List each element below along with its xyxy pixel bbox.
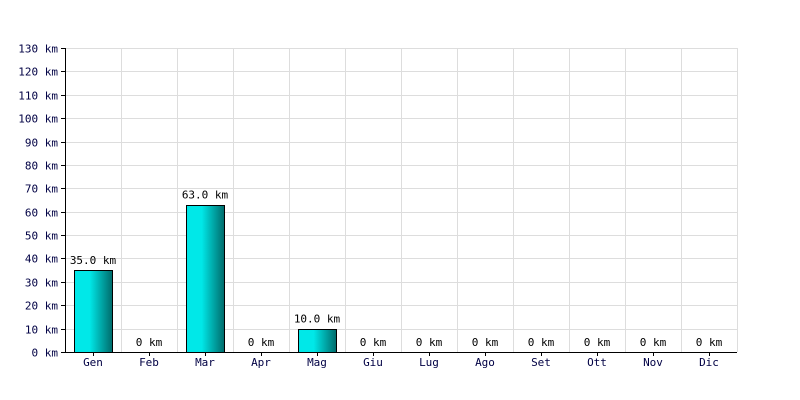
x-tick-label-ago: Ago (475, 356, 495, 369)
data-label-apr: 0 km (248, 336, 275, 349)
axes (61, 48, 737, 356)
x-tick-label-lug: Lug (419, 356, 439, 369)
data-label-feb: 0 km (136, 336, 163, 349)
y-tick-label: 90 km (25, 137, 58, 150)
x-tick-label-mar: Mar (195, 356, 215, 369)
data-label-dic: 0 km (696, 336, 723, 349)
y-tick-label: 50 km (25, 230, 58, 243)
y-tick-label: 60 km (25, 207, 58, 220)
data-label-ott: 0 km (584, 336, 611, 349)
x-tick-label-gen: Gen (83, 356, 103, 369)
x-tick-label-mag: Mag (307, 356, 327, 369)
labels: 0 km 10 km 20 km 30 km 40 km 50 km 60 km 70 km 8… (18, 43, 722, 370)
x-tick-label-dic: Dic (699, 356, 719, 369)
bar-chart: 0 km 10 km 20 km 30 km 40 km 50 km 60 km 70 km 8… (18, 43, 738, 370)
y-tick-label: 40 km (25, 253, 58, 266)
data-label-gen: 35.0 km (70, 254, 117, 267)
y-tick-label: 130 km (18, 43, 58, 56)
x-tick-label-giu: Giu (363, 356, 383, 369)
chart: 0 km 10 km 20 km 30 km 40 km 50 km 60 km 70 km 8… (0, 0, 800, 400)
y-tick-label: 10 km (25, 324, 58, 337)
x-tick-label-feb: Feb (139, 356, 159, 369)
grid (65, 48, 738, 352)
y-tick-label: 20 km (25, 300, 58, 313)
bar-mar (186, 205, 225, 353)
data-label-giu: 0 km (360, 336, 387, 349)
data-label-ago: 0 km (472, 336, 499, 349)
y-tick-label: 0 km (32, 347, 59, 360)
x-tick-label-set: Set (531, 356, 551, 369)
data-label-set: 0 km (528, 336, 555, 349)
y-tick-label: 80 km (25, 160, 58, 173)
bars (74, 205, 337, 353)
y-tick-label: 30 km (25, 277, 58, 290)
x-tick-label-apr: Apr (251, 356, 271, 369)
data-label-lug: 0 km (416, 336, 443, 349)
y-tick-label: 110 km (18, 90, 58, 103)
bar-gen (74, 270, 113, 353)
y-tick-label: 100 km (18, 113, 58, 126)
y-tick-label: 120 km (18, 66, 58, 79)
data-label-mag: 10.0 km (294, 313, 341, 326)
data-label-mar: 63.0 km (182, 189, 229, 202)
bar-mag (298, 329, 337, 353)
x-tick-label-nov: Nov (643, 356, 663, 369)
y-tick-label: 70 km (25, 183, 58, 196)
data-label-nov: 0 km (640, 336, 667, 349)
x-tick-label-ott: Ott (587, 356, 607, 369)
